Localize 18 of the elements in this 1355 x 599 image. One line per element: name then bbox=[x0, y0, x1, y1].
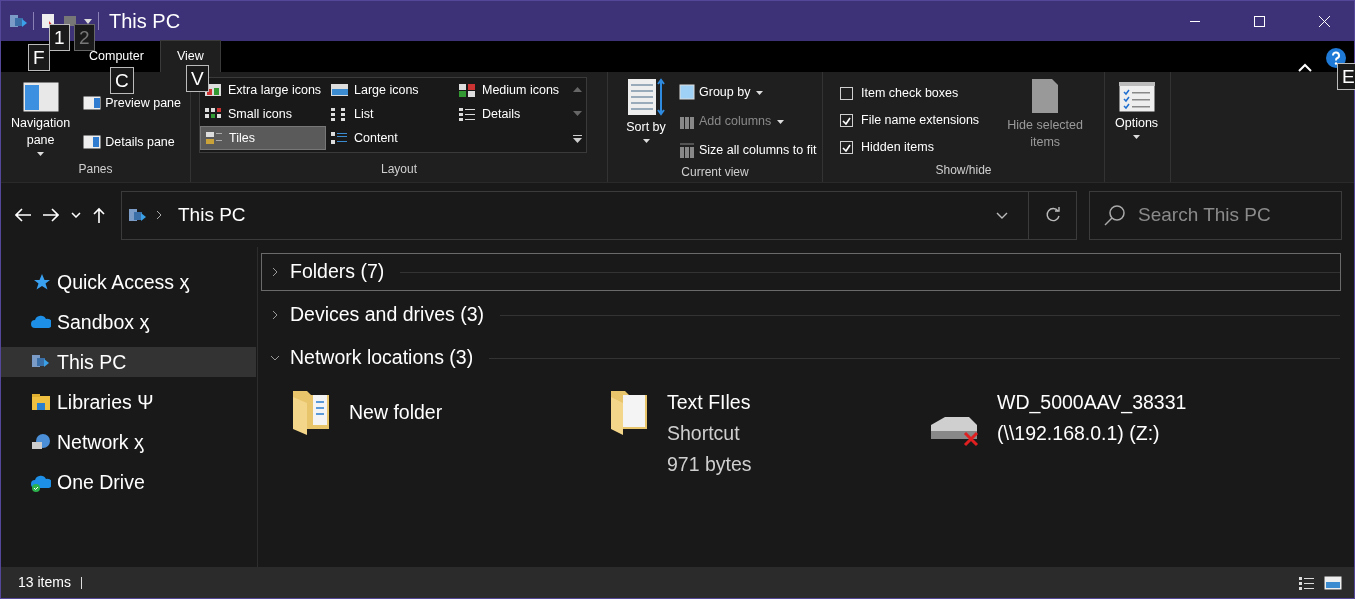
key-tip-tooltip: C bbox=[110, 67, 134, 94]
checkbox-label: Hidden items bbox=[861, 139, 934, 157]
group-label: Layout bbox=[380, 161, 418, 178]
file-detail: (\\192.168.0.1) (Z:) bbox=[997, 421, 1161, 446]
key-tip-tooltip: 1 bbox=[49, 24, 70, 51]
window-title: This PC bbox=[109, 9, 181, 34]
checkbox-label: Item check boxes bbox=[861, 85, 959, 103]
group-label: Current view bbox=[680, 164, 750, 181]
item-count: 13 items bbox=[18, 573, 71, 592]
group-label: Panes bbox=[77, 161, 114, 178]
group-label: Show/hide bbox=[934, 162, 993, 179]
key-tip-tooltip: 2 bbox=[74, 24, 95, 51]
key-tip-tooltip: V bbox=[186, 65, 209, 92]
file-detail: Shortcut bbox=[667, 421, 741, 446]
checkbox-label: File name extensions bbox=[861, 112, 980, 130]
key-tip-tooltip: F bbox=[28, 44, 50, 71]
file-detail: 971 bytes bbox=[667, 452, 752, 477]
key-tip-tooltip: E bbox=[1337, 63, 1355, 90]
